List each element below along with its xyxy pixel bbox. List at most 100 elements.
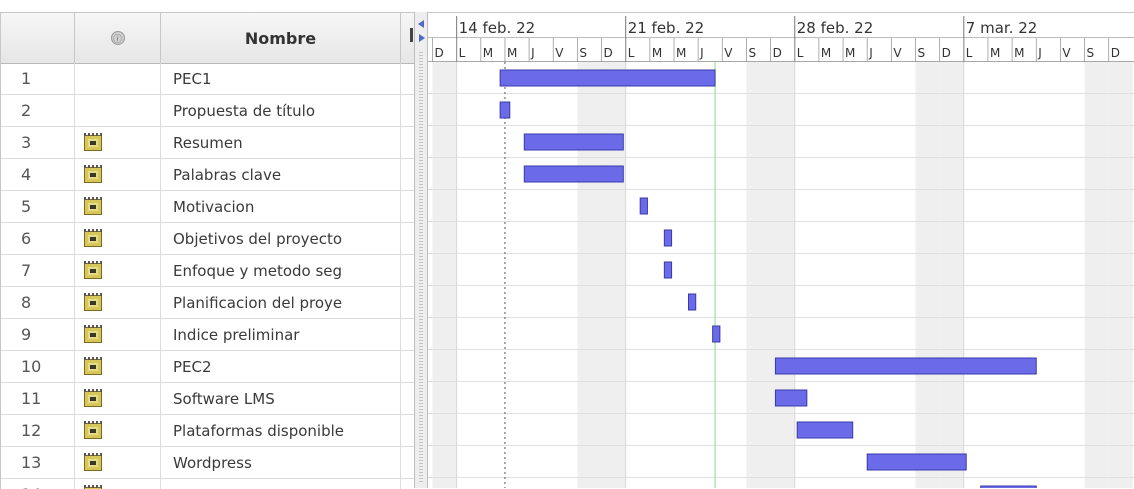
task-name[interactable]: Motivacion [161, 191, 401, 222]
task-name[interactable]: Objetivos del proyecto [161, 223, 401, 254]
task-bar[interactable] [775, 390, 806, 406]
day-label: L [628, 46, 635, 60]
day-label: J [699, 46, 704, 60]
splitter-grip[interactable] [419, 52, 423, 482]
gantt-canvas[interactable]: 14 feb. 2221 feb. 2228 feb. 227 mar. 22D… [428, 12, 1134, 488]
table-row[interactable]: 3 Resumen [1, 127, 415, 159]
table-row[interactable]: 4 Palabras clave [1, 159, 415, 191]
row-number: 6 [1, 223, 75, 254]
task-bar[interactable] [664, 230, 671, 246]
table-row[interactable]: 8Planificacion del proye [1, 287, 415, 319]
task-calendar-icon [84, 359, 102, 375]
task-type-cell [75, 319, 161, 350]
table-row[interactable]: 11Software LMS [1, 383, 415, 415]
task-bar[interactable] [500, 102, 510, 118]
task-name[interactable]: Plataformas disponible [161, 415, 401, 446]
row-number-header[interactable] [1, 13, 75, 63]
day-label: D [773, 46, 782, 60]
row-number: 12 [1, 415, 75, 446]
row-extra-cell [401, 223, 415, 254]
table-row[interactable]: 12 Plataformas disponible [1, 415, 415, 447]
row-extra-cell [401, 63, 415, 94]
day-label: J [868, 46, 873, 60]
info-column-header[interactable]: ⓘ [75, 13, 161, 63]
task-bar[interactable] [867, 454, 966, 470]
task-calendar-icon [84, 135, 102, 151]
table-row[interactable]: 6 Objetivos del proyecto [1, 223, 415, 255]
table-row[interactable]: 10 PEC2 [1, 351, 415, 383]
task-table: ⓘ Nombre 1PEC12Propuesta de título3 Resum… [0, 12, 415, 489]
name-column-header[interactable]: Nombre [161, 13, 401, 63]
task-calendar-icon [84, 199, 102, 215]
task-type-cell [75, 127, 161, 158]
table-row[interactable]: 1PEC1 [1, 63, 415, 95]
row-extra-cell [401, 255, 415, 286]
task-bar[interactable] [524, 134, 623, 150]
task-calendar-icon [84, 455, 102, 471]
task-type-cell [75, 255, 161, 286]
pane-splitter[interactable] [414, 12, 428, 488]
row-extra-cell [401, 351, 415, 382]
table-row[interactable]: 9 Indice preliminar [1, 319, 415, 351]
table-row[interactable]: 13 Wordpress [1, 447, 415, 479]
task-name[interactable]: Palabras clave [161, 159, 401, 190]
day-label: S [918, 46, 926, 60]
day-label: M [507, 46, 517, 60]
table-header: ⓘ Nombre [1, 13, 415, 64]
task-calendar-icon [84, 423, 102, 439]
task-name[interactable]: Planificacion del proye [161, 287, 401, 318]
day-label: D [604, 46, 613, 60]
task-bar[interactable] [797, 422, 853, 438]
task-calendar-icon [84, 167, 102, 183]
task-bar[interactable] [775, 358, 1036, 374]
task-calendar-icon [84, 295, 102, 311]
row-number: 9 [1, 319, 75, 350]
row-number: 10 [1, 351, 75, 382]
task-type-cell [75, 287, 161, 318]
row-number: 5 [1, 191, 75, 222]
day-label: S [748, 46, 756, 60]
task-type-cell [75, 63, 161, 94]
task-type-cell [75, 351, 161, 382]
day-label: L [459, 46, 466, 60]
task-type-cell [75, 191, 161, 222]
task-name[interactable]: PEC1 [161, 63, 401, 94]
collapse-right-icon[interactable] [419, 34, 425, 42]
task-type-cell [75, 159, 161, 190]
row-number: 3 [1, 127, 75, 158]
table-row[interactable]: 5 Motivacion [1, 191, 415, 223]
row-number: 13 [1, 447, 75, 478]
collapse-left-icon[interactable] [418, 20, 424, 28]
task-bar[interactable] [713, 326, 720, 342]
table-row[interactable]: 2Propuesta de título [1, 95, 415, 127]
day-label: M [1014, 46, 1024, 60]
task-name[interactable]: Enfoque y metodo seg [161, 255, 401, 286]
row-number: 7 [1, 255, 75, 286]
task-name[interactable]: Software LMS [161, 383, 401, 414]
row-number: 4 [1, 159, 75, 190]
task-bar[interactable] [500, 70, 715, 86]
task-name[interactable]: Indice preliminar [161, 319, 401, 350]
task-name[interactable]: Wordpress [161, 447, 401, 478]
week-label: 7 mar. 22 [966, 19, 1038, 37]
column-resize-icon [410, 28, 413, 42]
day-label: L [797, 46, 804, 60]
row-extra-cell [401, 127, 415, 158]
task-calendar-icon [84, 327, 102, 343]
info-icon: ⓘ [111, 31, 125, 45]
task-bar[interactable] [524, 166, 623, 182]
gantt-chart[interactable]: 14 feb. 2221 feb. 2228 feb. 227 mar. 22D… [428, 12, 1134, 488]
task-bar[interactable] [664, 262, 671, 278]
table-row[interactable]: 7 Enfoque y metodo seg [1, 255, 415, 287]
task-type-cell [75, 447, 161, 478]
task-bar[interactable] [688, 294, 695, 310]
task-name[interactable]: Resumen [161, 127, 401, 158]
task-bar[interactable] [640, 198, 647, 214]
task-name[interactable]: Propuesta de título [161, 95, 401, 126]
day-label: S [579, 46, 587, 60]
task-name[interactable]: PEC2 [161, 351, 401, 382]
day-label: M [483, 46, 493, 60]
day-label: M [821, 46, 831, 60]
day-label: M [990, 46, 1000, 60]
column-menu-header[interactable] [401, 13, 415, 63]
